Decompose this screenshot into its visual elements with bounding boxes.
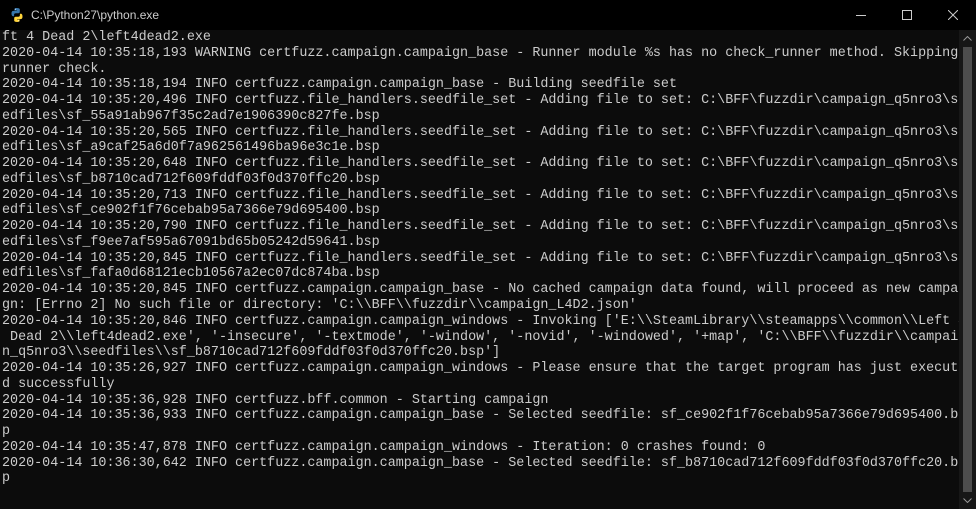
console-line: 2020-04-14 10:35:20,846 INFO certfuzz.ca… (2, 313, 960, 329)
console-window: C:\Python27\python.exe ft 4 Dead 2\left4… (0, 0, 976, 509)
console-line: edfiles\sf_b8710cad712f609fddf03f0d370ff… (2, 171, 380, 187)
console-line: 2020-04-14 10:35:18,193 WARNING certfuzz… (2, 45, 959, 61)
chevron-up-icon (963, 36, 972, 41)
title-bar[interactable]: C:\Python27\python.exe (0, 0, 976, 30)
console-line: edfiles\sf_a9caf25a6d0f7a962561496ba96e3… (2, 140, 380, 156)
close-icon (948, 10, 958, 20)
console-line: gn: [Errno 2] No such file or directory:… (2, 298, 637, 314)
console-line: p (2, 424, 11, 440)
console-line: edfiles\sf_55a91ab967f35c2ad7e1906390c82… (2, 108, 380, 124)
python-icon (11, 8, 23, 22)
console-line: 2020-04-14 10:35:26,927 INFO certfuzz.ca… (2, 361, 960, 377)
console-line: 2020-04-14 10:35:20,713 INFO certfuzz.fi… (2, 187, 960, 203)
console-line: n_q5nro3\\seedfiles\\sf_b8710cad712f609f… (2, 345, 501, 361)
console-line: edfiles\sf_ce902f1f76cebab95a7366e79d695… (2, 203, 380, 219)
console-line: 2020-04-14 10:35:18,194 INFO certfuzz.ca… (2, 77, 677, 93)
console-line: 2020-04-14 10:35:20,565 INFO certfuzz.fi… (2, 124, 960, 140)
vertical-scrollbar[interactable] (959, 30, 976, 509)
console-line: Dead 2\\left4dead2.exe', '-insecure', '-… (2, 329, 960, 345)
console-line: 2020-04-14 10:35:36,933 INFO certfuzz.ca… (2, 408, 960, 424)
console-line: d successfully (2, 376, 115, 392)
scroll-thumb[interactable] (963, 47, 972, 492)
minimize-button[interactable] (838, 0, 884, 30)
console-line: 2020-04-14 10:35:20,845 INFO certfuzz.fi… (2, 250, 960, 266)
scroll-up-button[interactable] (959, 30, 976, 47)
console-line: edfiles\sf_f9ee7af595a67091bd65b05242d59… (2, 234, 380, 250)
console-line: 2020-04-14 10:35:20,496 INFO certfuzz.fi… (2, 93, 960, 109)
console-line: 2020-04-14 10:35:20,845 INFO certfuzz.ca… (2, 282, 960, 298)
maximize-button[interactable] (884, 0, 930, 30)
console-line: 2020-04-14 10:35:20,648 INFO certfuzz.fi… (2, 156, 960, 172)
window-title: C:\Python27\python.exe (31, 8, 160, 22)
chevron-down-icon (963, 498, 972, 503)
close-button[interactable] (930, 0, 976, 30)
console-output[interactable]: ft 4 Dead 2\left4dead2.exe 2020-04-14 10… (0, 30, 960, 509)
maximize-icon (902, 10, 912, 20)
console-line: runner check. (2, 61, 107, 77)
console-line: p (2, 471, 11, 487)
console-line: 2020-04-14 10:36:30,642 INFO certfuzz.ca… (2, 455, 960, 471)
console-line: 2020-04-14 10:35:47,878 INFO certfuzz.ca… (2, 439, 766, 455)
scroll-down-button[interactable] (959, 492, 976, 509)
minimize-icon (856, 15, 866, 16)
console-line: 2020-04-14 10:35:20,790 INFO certfuzz.fi… (2, 219, 960, 235)
window-controls (838, 0, 976, 30)
console-line: 2020-04-14 10:35:36,928 INFO certfuzz.bf… (2, 392, 549, 408)
console-line: ft 4 Dead 2\left4dead2.exe (2, 30, 211, 45)
console-line: edfiles\sf_fafa0d68121ecb10567a2ec07dc87… (2, 266, 380, 282)
